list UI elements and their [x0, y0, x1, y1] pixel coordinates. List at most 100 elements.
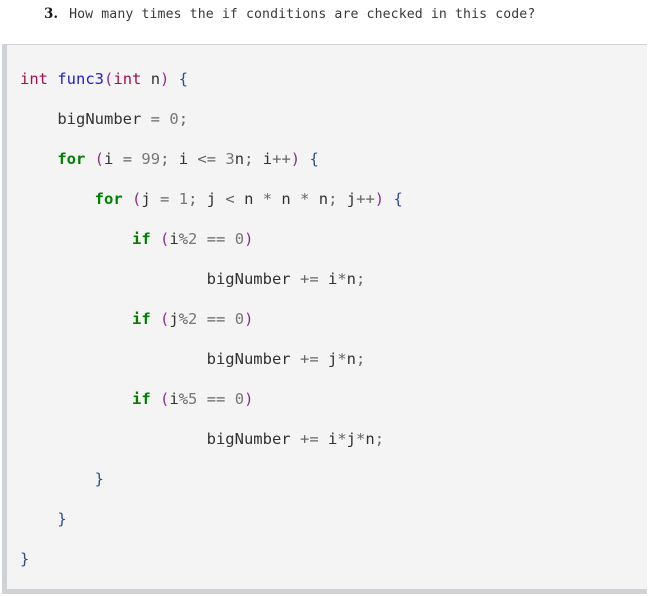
code-lines: int func3(int n) { bigNumber = 0; for (i… [7, 59, 647, 579]
code-line: } [7, 539, 647, 579]
code-token: < [225, 190, 235, 208]
code-token: if [131, 390, 151, 408]
code-token: i [253, 150, 273, 168]
code-token: % [178, 230, 189, 248]
question-row: 3. How many times the if conditions are … [0, 0, 650, 28]
code-token: % [178, 390, 189, 408]
code-line: bigNumber += i*j*n; [7, 419, 647, 459]
code-token: * [262, 190, 273, 208]
code-token: for [94, 190, 123, 208]
code-token: 2 [188, 230, 198, 248]
code-token: = [122, 150, 133, 168]
code-token: 2 [188, 310, 198, 328]
code-line: for (j = 1; j < n * n * n; j++) { [7, 179, 647, 219]
code-token: j [169, 310, 179, 328]
code-token: ; [374, 430, 385, 448]
code-token: i [169, 230, 179, 248]
code-token: n [365, 430, 375, 448]
code-token: i [104, 150, 114, 168]
code-token: * [337, 350, 347, 368]
code-token: } [57, 510, 67, 528]
code-token: j [346, 430, 357, 448]
code-line: } [7, 499, 647, 539]
code-token: == [206, 230, 226, 248]
code-token: += [299, 270, 319, 288]
code-token: { [178, 70, 189, 88]
code-token: ) [244, 230, 254, 248]
code-token: ( [160, 390, 170, 408]
code-token: ( [132, 190, 142, 208]
code-token: == [206, 390, 226, 408]
code-token: 0 [234, 230, 245, 248]
code-token: ; [188, 190, 198, 208]
code-token: 3 [225, 150, 235, 168]
code-token: ) [290, 150, 301, 168]
code-token: ; [178, 110, 189, 128]
code-token: if [131, 230, 151, 248]
code-token: n [141, 70, 161, 88]
code-token: int [20, 70, 48, 88]
code-token: == [206, 310, 226, 328]
code-token: ) [244, 390, 254, 408]
code-token: } [94, 470, 104, 488]
code-token: ) [160, 70, 170, 88]
code-token: func3 [57, 70, 105, 88]
code-token: { [393, 190, 403, 208]
code-block: int func3(int n) { bigNumber = 0; for (i… [2, 44, 647, 594]
code-token: int [113, 70, 142, 88]
code-line: for (i = 99; i <= 3n; i++) { [7, 139, 647, 179]
code-token: bigNumber [57, 110, 142, 128]
code-token: bigNumber [206, 350, 291, 368]
code-token: 0 [234, 310, 245, 328]
code-token: ( [160, 310, 170, 328]
code-token: ) [374, 190, 385, 208]
code-token: * [337, 270, 347, 288]
code-token: = [160, 190, 170, 208]
code-token: % [178, 310, 189, 328]
code-token: ; [160, 150, 170, 168]
code-token: = [150, 110, 161, 128]
code-line: bigNumber += j*n; [7, 339, 647, 379]
code-token: i [169, 150, 198, 168]
code-token: } [20, 550, 30, 568]
code-token: if [131, 310, 151, 328]
code-token: i [318, 270, 338, 288]
code-token: for [57, 150, 86, 168]
code-token: n [234, 150, 245, 168]
code-token: += [299, 350, 319, 368]
code-token: n [346, 350, 357, 368]
code-token: n [346, 270, 357, 288]
code-token: ( [104, 70, 114, 88]
code-line: int func3(int n) { [7, 59, 647, 99]
code-line: if (j%2 == 0) [7, 299, 647, 339]
code-token: bigNumber [206, 270, 291, 288]
code-line: if (i%5 == 0) [7, 379, 647, 419]
code-token: ; [356, 350, 366, 368]
code-token: bigNumber [206, 430, 291, 448]
